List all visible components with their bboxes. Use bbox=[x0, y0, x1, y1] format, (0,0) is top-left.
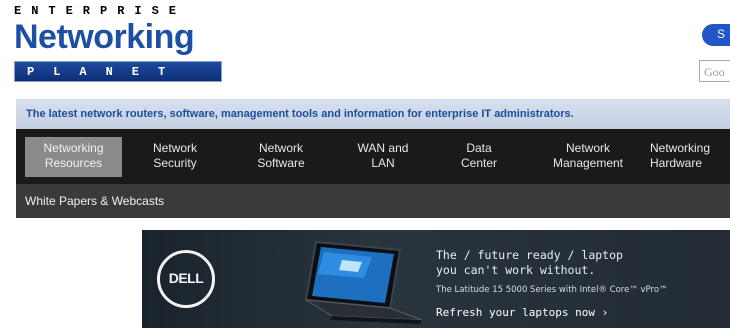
laptop-image bbox=[304, 240, 423, 324]
nav-item-line1: Networking bbox=[650, 141, 711, 155]
nav-item-line1: Data bbox=[466, 141, 492, 155]
subnav-item-white-papers[interactable]: White Papers & Webcasts bbox=[25, 194, 164, 208]
nav-item-line1: Networking bbox=[43, 141, 104, 155]
ad-headline-2: you can't work without. bbox=[436, 263, 596, 277]
logo-planet-text: PLANET bbox=[27, 65, 185, 79]
ad-subline: The Latitude 15 5000 Series with Intel® … bbox=[436, 285, 668, 295]
ad-headline-1: The / future ready / laptop bbox=[436, 248, 623, 262]
dell-logo: DELL bbox=[157, 250, 215, 308]
nav-item-line2: Security bbox=[153, 156, 197, 170]
nav-item-networking-hardware[interactable]: Networking Hardware bbox=[646, 137, 730, 177]
nav-item-data-center[interactable]: Data Center bbox=[434, 137, 524, 177]
main-nav: Networking Resources Network Security Ne… bbox=[16, 129, 730, 184]
nav-item-wan-and-lan[interactable]: WAN and LAN bbox=[338, 137, 428, 177]
nav-item-line2: Software bbox=[257, 156, 305, 170]
nav-item-line2: Resources bbox=[44, 156, 103, 170]
logo-enterprise-text: ENTERPRISE bbox=[14, 4, 187, 18]
nav-item-networking-resources[interactable]: Networking Resources bbox=[25, 137, 122, 177]
logo-networking-text: Networking bbox=[14, 18, 195, 56]
nav-item-line1: WAN and bbox=[357, 141, 409, 155]
header-button-label: S bbox=[717, 27, 726, 41]
ad-cta-link[interactable]: Refresh your laptops now › bbox=[436, 306, 608, 319]
nav-item-line1: Network bbox=[152, 141, 197, 155]
site-tagline: The latest network routers, software, ma… bbox=[26, 108, 574, 120]
nav-item-network-management[interactable]: Network Management bbox=[536, 137, 640, 177]
dell-logo-text: DELL bbox=[168, 270, 204, 286]
logo-planet-bar: PLANET bbox=[14, 61, 222, 82]
search-placeholder: Goo bbox=[704, 65, 725, 79]
nav-item-line2: Center bbox=[460, 156, 498, 170]
nav-item-line1: Network bbox=[565, 141, 610, 155]
nav-item-line2: Management bbox=[552, 156, 624, 170]
header-button[interactable]: S bbox=[702, 24, 730, 46]
ad-banner[interactable]: DELL The / future ready / laptop you can… bbox=[142, 230, 730, 328]
nav-item-network-software[interactable]: Network Software bbox=[236, 137, 326, 177]
search-input[interactable]: Goo bbox=[699, 60, 730, 82]
nav-item-network-security[interactable]: Network Security bbox=[132, 137, 218, 177]
nav-item-line2: Hardware bbox=[650, 156, 703, 170]
nav-item-line2: LAN bbox=[371, 156, 395, 170]
sub-nav: White Papers & Webcasts bbox=[16, 184, 730, 218]
site-logo[interactable]: ENTERPRISE Networking PLANET bbox=[14, 4, 224, 82]
tagline-band: The latest network routers, software, ma… bbox=[16, 99, 730, 129]
nav-item-line1: Network bbox=[258, 141, 303, 155]
